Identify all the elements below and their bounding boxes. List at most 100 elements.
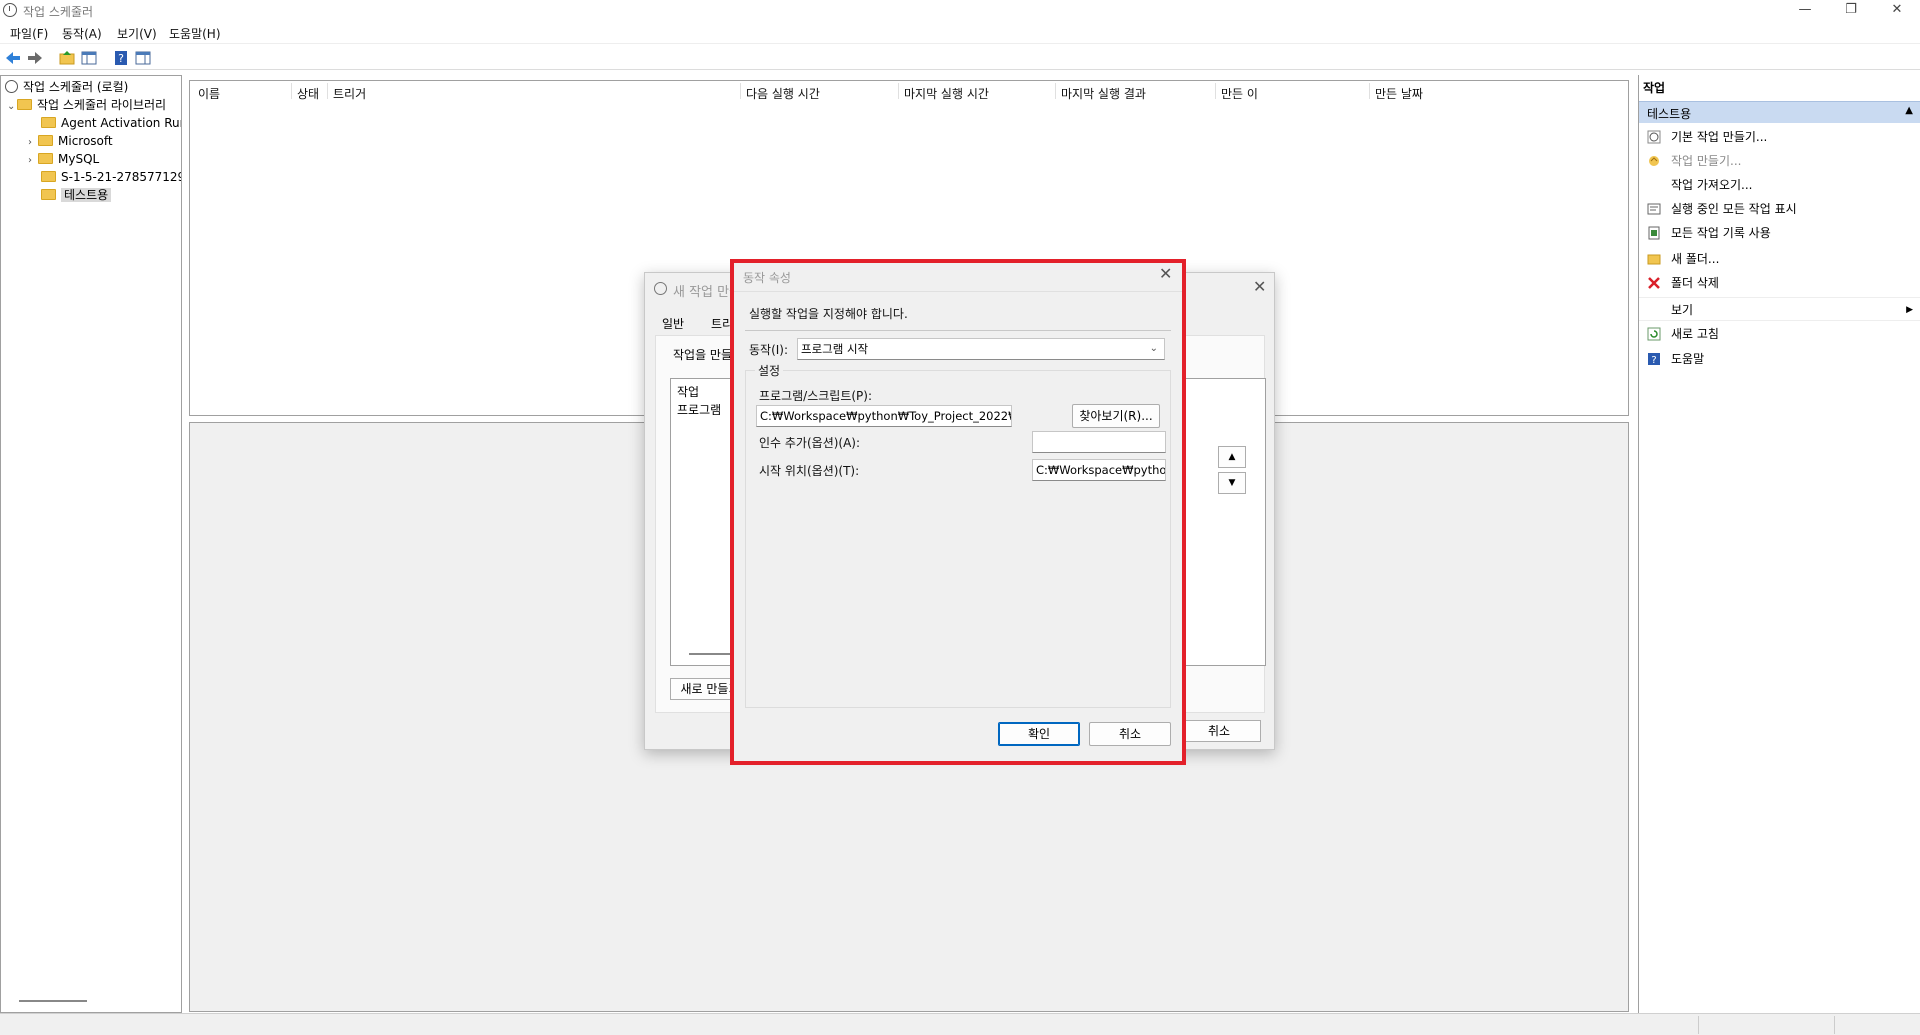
column-divider[interactable] [1215,83,1216,99]
column-header-trigger[interactable]: 트리거 [333,85,366,102]
menu-file[interactable]: 파일(F) [10,25,48,42]
clock-icon [3,3,17,17]
action-import-task[interactable]: 작업 가져오기... [1639,173,1920,197]
collapse-arrow-icon[interactable]: ▲ [1905,105,1913,116]
column-header-name[interactable]: 이름 [198,85,220,102]
move-down-button[interactable]: ▼ [1218,472,1246,494]
action-delete-folder[interactable]: 폴더 삭제 [1639,271,1920,295]
show-hide-action-pane-icon[interactable] [134,49,152,67]
tree-item-label: Agent Activation Runtime [61,116,181,130]
action-type-dropdown[interactable]: 프로그램 시작 ⌄ [797,338,1165,360]
program-path-input[interactable]: C:₩Workspace₩python₩Toy_Project_2022₩ADF… [756,405,1012,427]
action-label: 작업 만들기... [1671,154,1742,168]
tree-item-label: 테스트용 [61,188,112,202]
folder-icon [41,171,56,182]
actions-description: 작업을 만들 [673,348,733,362]
settings-group: 프로그램/스크립트(P): C:₩Workspace₩python₩Toy_Pr… [745,370,1171,708]
tree-item-label: MySQL [58,152,100,166]
move-up-button[interactable]: ▲ [1218,446,1246,468]
action-label: 동작(I): [749,343,789,357]
svg-text:?: ? [118,52,124,65]
column-divider[interactable] [1055,83,1056,99]
column-header-created[interactable]: 만든 날짜 [1375,85,1423,102]
status-divider [1834,1016,1835,1034]
toolbar: ? [0,46,1920,70]
action-label: 새로 고침 [1671,327,1719,341]
action-properties-dialog: 동작 속성 ✕ 실행할 작업을 지정해야 합니다. 동작(I): 프로그램 시작… [733,262,1183,762]
action-label: 보기 [1671,303,1694,317]
browse-button[interactable]: 찾아보기(R)... [1072,404,1160,428]
cancel-button[interactable]: 취소 [1089,722,1171,746]
action-new-folder[interactable]: 새 폴더... [1639,247,1920,271]
column-header-last-result[interactable]: 마지막 실행 결과 [1061,85,1146,102]
column-header-status[interactable]: 상태 [297,85,319,102]
up-folder-icon[interactable] [58,49,76,67]
program-label: 프로그램/스크립트(P): [759,389,873,403]
forward-arrow-icon[interactable] [26,49,44,67]
menu-bar: 파일(F) 동작(A) 보기(V) 도움말(H) [0,22,1920,44]
actions-section-test[interactable]: 테스트용 ▲ [1639,101,1920,123]
action-enable-history[interactable]: 모든 작업 기록 사용 [1639,221,1920,245]
action-refresh[interactable]: 새로 고침 [1639,322,1920,346]
create-task-cancel-button[interactable]: 취소 [1177,720,1261,742]
action-view[interactable]: 보기 ▶ [1639,297,1920,321]
close-icon[interactable]: ✕ [1159,264,1172,283]
navigation-tree: 작업 스케줄러 (로컬) ⌄ 작업 스케줄러 라이브러리 Agent Activa… [0,75,182,1013]
column-header-next-run[interactable]: 다음 실행 시간 [746,85,820,102]
status-bar [0,1013,1920,1035]
divider [745,330,1171,331]
show-hide-tree-icon[interactable] [80,49,98,67]
restore-button[interactable]: ❐ [1828,0,1874,22]
title-bar: 작업 스케줄러 — ❐ ✕ [0,0,1920,22]
tree-library-label: 작업 스케줄러 라이브러리 [37,98,167,112]
tree-library[interactable]: ⌄ 작업 스케줄러 라이브러리 [7,96,166,114]
minimize-button[interactable]: — [1782,0,1828,22]
folder-clock-icon [17,99,32,110]
column-divider[interactable] [1369,83,1370,99]
folder-icon [38,153,53,164]
column-divider[interactable] [291,83,292,99]
tree-item-microsoft[interactable]: › Microsoft [28,132,113,150]
column-divider[interactable] [898,83,899,99]
column-divider[interactable] [327,83,328,99]
menu-action[interactable]: 동작(A) [62,25,102,42]
action-show-running-tasks[interactable]: 실행 중인 모든 작업 표시 [1639,197,1920,221]
running-tasks-icon [1647,203,1661,215]
start-in-input[interactable]: C:₩Workspace₩python₩ [1032,459,1166,481]
chevron-down-icon[interactable]: ⌄ [7,98,17,116]
column-header-last-run[interactable]: 마지막 실행 시간 [904,85,989,102]
help-icon[interactable]: ? [112,49,130,67]
actions-pane: 작업 테스트용 ▲ 기본 작업 만들기... 작업 만들기... 작업 가져오기… [1638,75,1920,1013]
folder-icon [41,189,56,200]
ok-button[interactable]: 확인 [998,722,1080,746]
action-type-value: 프로그램 시작 [801,342,869,356]
refresh-icon [1647,327,1661,341]
basic-task-icon [1647,130,1661,144]
tab-general[interactable]: 일반 [662,315,684,332]
start-in-label: 시작 위치(옵션)(T): [759,464,860,478]
action-create-task[interactable]: 작업 만들기... [1639,149,1920,173]
tree-item-sid[interactable]: S-1-5-21-2785771290 [41,168,181,186]
tree-item-agent-activation[interactable]: Agent Activation Runtime [41,114,181,132]
action-help[interactable]: ? 도움말 [1639,347,1920,371]
status-divider [1698,1016,1699,1034]
menu-view[interactable]: 보기(V) [117,25,157,42]
action-label: 작업 가져오기... [1671,178,1753,192]
tree-item-mysql[interactable]: › MySQL [28,150,99,168]
tree-item-test[interactable]: 테스트용 [41,186,112,204]
delete-x-icon [1648,277,1660,289]
close-icon[interactable]: ✕ [1253,277,1266,296]
tree-root[interactable]: 작업 스케줄러 (로컬) [5,78,128,96]
column-divider[interactable] [740,83,741,99]
chevron-right-icon[interactable]: › [28,152,38,170]
actions-header: 작업 [1643,81,1666,95]
close-button[interactable]: ✕ [1874,0,1920,22]
menu-help[interactable]: 도움말(H) [169,25,221,42]
action-create-basic-task[interactable]: 기본 작업 만들기... [1639,125,1920,149]
arguments-input[interactable] [1032,431,1166,453]
column-header-author[interactable]: 만든 이 [1221,85,1258,102]
tree-root-label: 작업 스케줄러 (로컬) [23,80,129,94]
back-arrow-icon[interactable] [4,49,22,67]
horizontal-scrollbar[interactable] [19,1000,87,1002]
new-folder-icon [1647,254,1661,265]
